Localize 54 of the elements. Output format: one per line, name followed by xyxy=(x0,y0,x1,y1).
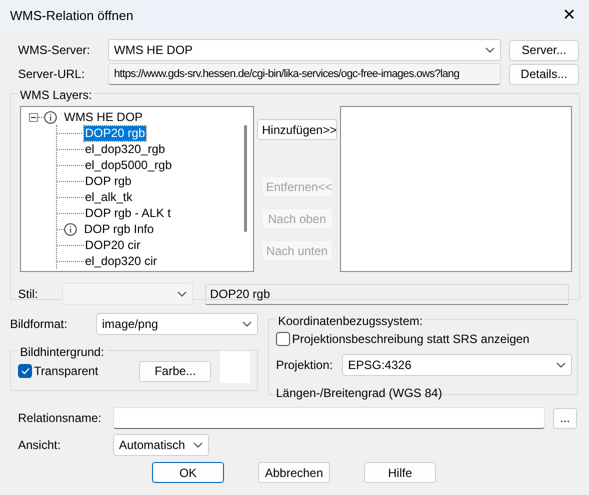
chevron-down-icon xyxy=(242,321,252,327)
field-label: Ansicht: xyxy=(18,437,62,454)
tree-item[interactable]: DOP rgb - ALK t xyxy=(84,206,172,220)
tree-item[interactable]: DOP20 cir xyxy=(84,238,142,252)
field-label: Server-URL: xyxy=(18,66,86,83)
projection-description: Längen-/Breitengrad (WGS 84) xyxy=(276,385,444,402)
button[interactable]: Hilfe xyxy=(364,462,436,483)
view-dropdown[interactable]: Automatisch xyxy=(113,434,209,456)
field-label: WMS-Server: xyxy=(18,42,91,59)
chevron-down-icon xyxy=(193,442,203,448)
checkbox-label: Projektionsbeschreibung statt SRS anzeigen xyxy=(292,331,530,348)
info-icon xyxy=(44,110,57,124)
tree-item[interactable]: el_dop320_rgb xyxy=(84,142,166,156)
chevron-down-icon xyxy=(177,291,187,297)
chevron-down-icon xyxy=(485,47,495,53)
color-swatch[interactable] xyxy=(220,351,250,383)
tree-item[interactable]: el_dop5000_rgb xyxy=(84,158,173,172)
tree-item[interactable]: DOP20 rgb xyxy=(84,126,146,140)
field-label: Bildformat: xyxy=(10,316,68,333)
tree-item[interactable]: el_dop320 cir xyxy=(84,254,158,268)
checkbox-label: Transparent xyxy=(34,363,98,380)
checkbox[interactable] xyxy=(18,364,32,378)
info-icon xyxy=(64,222,77,236)
format-dropdown[interactable]: image/png xyxy=(96,313,258,335)
close-button[interactable]: ✕ xyxy=(557,8,581,24)
button[interactable]: ... xyxy=(553,408,577,428)
checkbox[interactable] xyxy=(276,332,290,346)
button[interactable]: Server... xyxy=(509,40,579,60)
group-title: Koordinatenbezugssystem: xyxy=(276,314,425,328)
collapse-icon[interactable] xyxy=(29,112,38,122)
scrollbar-thumb[interactable] xyxy=(244,125,246,232)
chevron-down-icon xyxy=(556,362,566,368)
tree-item[interactable]: DOP rgb xyxy=(84,174,132,188)
field-label: Relationsname: xyxy=(18,410,102,427)
field-label: Stil: xyxy=(18,286,40,303)
window-title: WMS-Relation öffnen xyxy=(10,7,134,26)
group-title: Bildhintergrund: xyxy=(18,345,106,359)
button[interactable]: Farbe... xyxy=(139,360,212,382)
button[interactable]: Details... xyxy=(509,64,579,84)
button[interactable]: Hinzufügen>> xyxy=(257,119,337,140)
button[interactable]: OK xyxy=(152,462,224,483)
server-dropdown[interactable]: WMS HE DOP xyxy=(108,39,501,61)
projection-dropdown[interactable]: EPSG:4326 xyxy=(342,354,572,376)
relation-name-field[interactable] xyxy=(113,407,545,429)
layer-name-field: DOP20 rgb xyxy=(205,284,569,304)
url-field[interactable]: https://www.gds-srv.hessen.de/cgi-bin/lika-services/ogc-free-images.ows?lang xyxy=(108,63,501,85)
tree-item[interactable]: DOP rgb Info xyxy=(83,222,155,236)
tree-item[interactable]: el_alk_tk xyxy=(84,190,134,204)
group-title: WMS Layers: xyxy=(18,88,94,102)
tree-item[interactable]: WMS HE DOP xyxy=(62,108,145,126)
field-label: Projektion: xyxy=(276,357,334,374)
check-icon xyxy=(20,367,30,375)
selected-layers-list[interactable] xyxy=(340,106,572,272)
button[interactable]: Abbrechen xyxy=(258,462,330,483)
